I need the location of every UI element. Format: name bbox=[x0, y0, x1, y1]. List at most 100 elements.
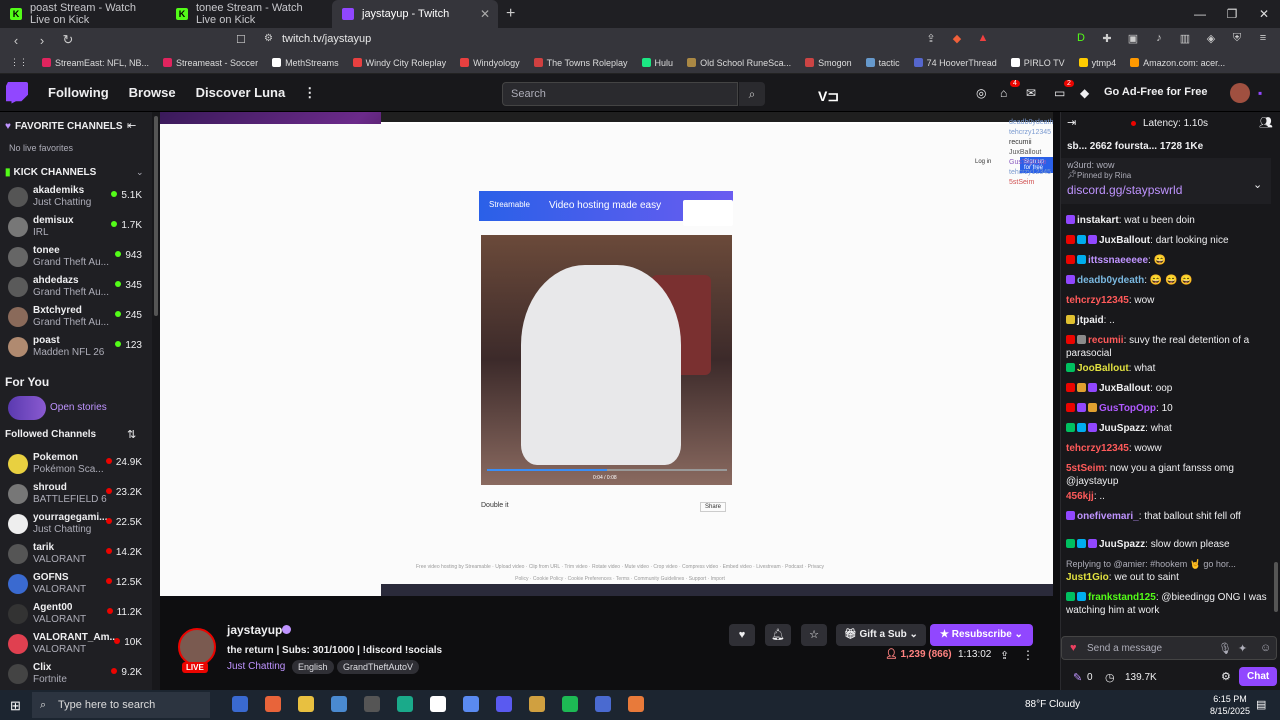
emote-icon[interactable]: ☺ bbox=[1260, 642, 1271, 654]
bookmark-item[interactable]: tactic bbox=[865, 58, 900, 68]
chat-username[interactable]: recumii bbox=[1088, 335, 1124, 346]
chat-username[interactable]: JuuSpazz bbox=[1099, 539, 1145, 550]
sidebar-channel[interactable]: ahdedazs Grand Theft Au... 345 bbox=[0, 272, 152, 302]
close-window-icon[interactable]: ✕ bbox=[1248, 0, 1280, 28]
chat-username[interactable]: JooBallout bbox=[1077, 363, 1129, 374]
sidebar-channel[interactable]: poast Madden NFL 26 123 bbox=[0, 332, 152, 362]
notification-center-icon[interactable]: ▤ bbox=[1256, 698, 1266, 711]
tag-english[interactable]: English bbox=[292, 660, 334, 674]
chat-message[interactable]: 5stSeim: now you a giant fansss omg @jay… bbox=[1066, 462, 1271, 488]
alert-icon[interactable]: ▲ bbox=[976, 32, 990, 46]
bookmark-item[interactable]: Streameast - Soccer bbox=[163, 58, 258, 68]
taskbar-clock[interactable]: 6:15 PM 8/15/2025 bbox=[1210, 693, 1250, 717]
settings-icon[interactable]: ⚙ bbox=[1221, 670, 1231, 683]
bookmark-item[interactable]: 74 HooverThread bbox=[913, 58, 997, 68]
taskbar-app-icon[interactable] bbox=[529, 696, 545, 712]
bookmark-item[interactable]: Smogon bbox=[805, 58, 852, 68]
sidebar-channel[interactable]: Pokemon Pokémon Sca... 24.9K bbox=[0, 449, 152, 479]
browser-tab-poast[interactable]: K poast Stream - Watch Live on Kick bbox=[0, 0, 166, 28]
chat-send-button[interactable]: Chat bbox=[1239, 667, 1278, 686]
browser-tab-tonee[interactable]: K tonee Stream - Watch Live on Kick bbox=[166, 0, 332, 28]
bookmark-item[interactable]: The Towns Roleplay bbox=[533, 58, 628, 68]
search-input[interactable]: Search bbox=[502, 82, 738, 106]
taskbar-app-icon[interactable] bbox=[232, 696, 248, 712]
channel-points-icon[interactable]: ✎ bbox=[1073, 671, 1082, 684]
chat-message[interactable]: jtpaid: .. bbox=[1066, 314, 1271, 327]
nav-discover-luna[interactable]: Discover Luna bbox=[196, 85, 286, 100]
more-options-icon[interactable]: ⋮ bbox=[1022, 648, 1034, 662]
taskbar-app-icon[interactable] bbox=[364, 696, 380, 712]
chat-message[interactable]: JuxBallout: oop bbox=[1066, 382, 1271, 395]
open-stories-link[interactable]: Open stories bbox=[50, 402, 107, 413]
reload-icon[interactable]: ↻ bbox=[58, 32, 78, 48]
chat-username[interactable]: deadb0ydeath bbox=[1077, 275, 1144, 286]
minimize-icon[interactable]: — bbox=[1184, 0, 1216, 28]
sidebar-channel[interactable]: VALORANT_Am... VALORANT 10K bbox=[0, 629, 152, 659]
share-icon[interactable]: ⇪ bbox=[924, 32, 938, 46]
channel-name[interactable]: jaystayup bbox=[227, 623, 282, 637]
taskbar-app-icon[interactable] bbox=[265, 696, 281, 712]
chevron-down-icon[interactable]: ⌄ bbox=[136, 167, 144, 178]
chat-message[interactable]: instakart: wat u been doin bbox=[1066, 214, 1271, 227]
sidebar-channel[interactable]: demisux IRL 1.7K bbox=[0, 212, 152, 242]
screenshot-icon[interactable]: ▣ bbox=[1126, 32, 1140, 46]
chat-message[interactable]: JuxBallout: dart looking nice bbox=[1066, 234, 1271, 247]
taskbar-app-icon[interactable] bbox=[298, 696, 314, 712]
sidebar-scrollbar[interactable] bbox=[152, 112, 160, 690]
chat-input[interactable]: ♥ Send a message 🎙︎ ✦ ☺ bbox=[1061, 636, 1277, 660]
bookmark-item[interactable]: Hulu bbox=[641, 58, 673, 68]
puzzle-icon[interactable]: ✚ bbox=[1100, 32, 1114, 46]
chat-message[interactable]: JuuSpazz: slow down please bbox=[1066, 538, 1271, 551]
search-icon[interactable]: ⌕ bbox=[739, 82, 765, 106]
share-icon[interactable]: ⇪ bbox=[1000, 649, 1009, 662]
extension-logo-icon[interactable]: V⊐ bbox=[818, 88, 839, 105]
channel-avatar[interactable] bbox=[178, 628, 216, 666]
chat-username[interactable]: JuxBallout bbox=[1099, 235, 1150, 246]
sidebar-channel[interactable]: akademiks Just Chatting 5.1K bbox=[0, 182, 152, 212]
back-icon[interactable]: ‹ bbox=[6, 33, 26, 48]
taskbar-app-icon[interactable] bbox=[397, 696, 413, 712]
media-icon[interactable]: ♪ bbox=[1152, 32, 1166, 46]
inbox-icon[interactable]: ✉ bbox=[1026, 86, 1036, 100]
chat-message[interactable]: tehcrzy12345: wow bbox=[1066, 294, 1271, 307]
taskbar-app-icon[interactable] bbox=[430, 696, 446, 712]
notification-bell-icon[interactable]: 🔔︎ bbox=[765, 624, 791, 646]
weather-widget[interactable]: 88°F Cloudy bbox=[1025, 699, 1080, 710]
chat-message[interactable]: GusTopOpp: 10 bbox=[1066, 402, 1271, 415]
chat-message[interactable]: JuuSpazz: what bbox=[1066, 422, 1271, 435]
sidebar-channel[interactable]: GOFNS VALORANT 12.5K bbox=[0, 569, 152, 599]
chat-username[interactable]: ittssnaeeeee bbox=[1088, 255, 1148, 266]
go-ad-free-button[interactable]: Go Ad-Free for Free bbox=[1104, 86, 1208, 98]
bits-icon[interactable]: ✦ bbox=[1238, 642, 1247, 655]
resubscribe-button[interactable]: ★ Resubscribe ⌄ bbox=[930, 624, 1033, 646]
bookmark-item[interactable]: StreamEast: NFL, NB... bbox=[42, 58, 149, 68]
prime-icon[interactable]: ◎ bbox=[976, 86, 986, 100]
sidebar-channel[interactable]: shroud BATTLEFIELD 6 23.2K bbox=[0, 479, 152, 509]
chat-message[interactable]: onefivemari_: that ballout shit fell off bbox=[1066, 510, 1271, 523]
sidebar-channel[interactable]: yourragegami... Just Chatting 22.5K bbox=[0, 509, 152, 539]
user-menu-icon[interactable]: ▪ bbox=[1258, 86, 1262, 100]
nav-browse[interactable]: Browse bbox=[129, 85, 176, 100]
mic-icon[interactable]: 🎙︎ bbox=[1218, 642, 1232, 655]
bits-icon[interactable]: ◆ bbox=[1080, 86, 1089, 100]
windows-start-icon[interactable]: ⊞ bbox=[10, 698, 24, 713]
chat-message[interactable]: deadb0ydeath: 😄 😄 😄 bbox=[1066, 274, 1271, 287]
gift-leaderboard[interactable]: sb... 2662 foursta... 1728 1Ke bbox=[1061, 136, 1280, 158]
nav-following[interactable]: Following bbox=[48, 85, 109, 100]
chat-username[interactable]: frankstand125 bbox=[1088, 592, 1156, 603]
gift-sub-button[interactable]: 🎁︎ Gift a Sub ⌄ bbox=[836, 624, 926, 646]
tag-gta[interactable]: GrandTheftAutoV bbox=[337, 660, 420, 674]
wallet-icon[interactable]: ◈ bbox=[1204, 32, 1218, 46]
stream-category[interactable]: Just Chatting bbox=[227, 661, 285, 672]
sidebar-channel[interactable]: Bxtchyred Grand Theft Au... 245 bbox=[0, 302, 152, 332]
brave-shield-icon[interactable]: ◆ bbox=[950, 32, 964, 46]
site-info-icon[interactable]: ⚙ bbox=[264, 33, 273, 44]
community-icon[interactable]: 👥︎ bbox=[1259, 116, 1273, 129]
pinned-link[interactable]: discord.gg/staypswrld bbox=[1067, 183, 1182, 197]
chevron-down-icon[interactable]: ⌄ bbox=[1253, 178, 1262, 191]
collapse-chat-icon[interactable]: ⇥ bbox=[1067, 116, 1076, 129]
chat-scrollbar[interactable] bbox=[1271, 212, 1280, 632]
pinned-message[interactable]: w3urd: wow 📌︎ Pinned by Rina discord.gg/… bbox=[1061, 158, 1271, 204]
sidebar-channel[interactable]: tonee Grand Theft Au... 943 bbox=[0, 242, 152, 272]
stories-avatars[interactable] bbox=[8, 396, 46, 420]
